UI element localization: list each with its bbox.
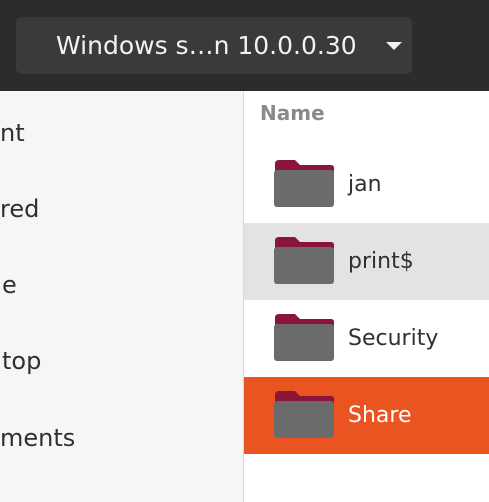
sidebar-item-recent[interactable]: nt <box>0 113 243 153</box>
sidebar: nt red e top ments <box>0 91 244 502</box>
list-item-label: Share <box>348 403 412 428</box>
list-item-label: jan <box>348 172 382 197</box>
folder-icon <box>274 237 334 284</box>
list-item[interactable]: print$ <box>244 223 489 300</box>
folder-icon <box>274 160 334 207</box>
list-item-label: Security <box>348 326 439 351</box>
file-manager-window: Windows s…n 10.0.0.30 nt red e top ments… <box>0 0 489 502</box>
sidebar-item-label: top <box>2 347 42 375</box>
folder-icon <box>274 314 334 361</box>
file-list: Name jan print$ Security Share <box>244 91 489 502</box>
sidebar-item-starred[interactable]: red <box>0 189 243 229</box>
list-item[interactable]: Share <box>244 377 489 454</box>
column-header-label: Name <box>260 101 325 125</box>
list-item[interactable]: Security <box>244 300 489 377</box>
sidebar-item-label: e <box>2 271 17 299</box>
sidebar-item-label: red <box>0 195 40 223</box>
sidebar-item-desktop[interactable]: top <box>0 341 243 381</box>
location-dropdown-button[interactable]: Windows s…n 10.0.0.30 <box>16 17 412 74</box>
sidebar-item-label: nt <box>0 119 25 147</box>
name-column-header[interactable]: Name <box>244 91 489 137</box>
list-item[interactable]: jan <box>244 146 489 223</box>
sidebar-item-documents[interactable]: ments <box>0 418 243 458</box>
sidebar-item-home[interactable]: e <box>0 265 243 305</box>
chevron-down-icon[interactable] <box>386 42 402 50</box>
list-item-label: print$ <box>348 249 414 274</box>
sidebar-item-label: ments <box>0 424 76 452</box>
location-label: Windows s…n 10.0.0.30 <box>56 31 357 60</box>
folder-icon <box>274 391 334 438</box>
header-bar: Windows s…n 10.0.0.30 <box>0 0 489 91</box>
